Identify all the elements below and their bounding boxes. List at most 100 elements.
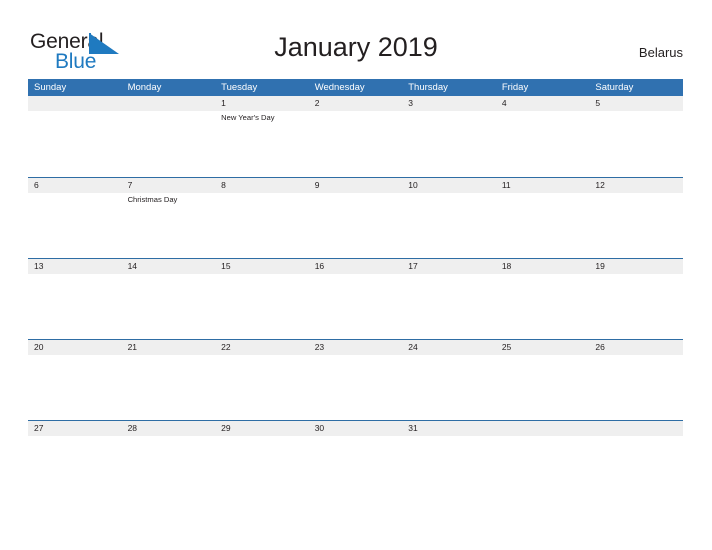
page-title: January 2019 [274, 32, 438, 62]
day-number: 31 [408, 423, 418, 433]
day-cell[interactable]: 31 [402, 421, 496, 436]
day-number: 16 [314, 261, 325, 271]
day-cell[interactable]: 23 [309, 340, 403, 355]
day-cell[interactable]: 5 [589, 96, 683, 111]
day-events [122, 436, 216, 500]
day-cell[interactable]: 14 [122, 259, 216, 274]
day-number: 21 [127, 342, 138, 352]
day-number: 7 [127, 180, 133, 190]
day-events [496, 436, 590, 500]
day-number: 23 [314, 342, 325, 352]
day-cell[interactable]: 24 [402, 340, 496, 355]
day-cell[interactable] [589, 421, 683, 436]
day-events [496, 274, 590, 338]
day-cell[interactable]: 8 [215, 178, 309, 193]
day-cell[interactable] [122, 96, 216, 111]
day-number: 13 [34, 261, 44, 271]
weekday-header-tuesday: Tuesday [221, 82, 258, 93]
day-cell[interactable]: 6 [28, 178, 122, 193]
day-number: 4 [501, 98, 507, 108]
day-cell[interactable]: 7 [122, 178, 216, 193]
day-events [309, 436, 403, 500]
day-events [28, 193, 122, 257]
day-cell[interactable]: 4 [496, 96, 590, 111]
day-cell[interactable]: 22 [215, 340, 309, 355]
weekday-header-monday: Monday [127, 82, 162, 93]
week-row: 20 21 22 23 24 25 26 [28, 339, 683, 420]
day-cell[interactable]: 27 [28, 421, 122, 436]
day-cell[interactable]: 29 [215, 421, 309, 436]
day-events [215, 355, 309, 419]
day-events [496, 111, 590, 175]
day-events [122, 274, 216, 338]
day-events [215, 274, 309, 338]
day-cell[interactable]: 20 [28, 340, 122, 355]
day-cell[interactable]: 1 [215, 96, 309, 111]
day-cell[interactable]: 10 [402, 178, 496, 193]
weekday-header-thursday: Thursday [408, 82, 448, 93]
day-cell[interactable]: 12 [589, 178, 683, 193]
day-events: New Year's Day [215, 111, 309, 175]
day-cell[interactable]: 9 [309, 178, 403, 193]
day-events [589, 111, 683, 175]
day-events [28, 111, 122, 175]
day-events [496, 193, 590, 257]
day-number: 24 [408, 342, 418, 352]
day-events [28, 436, 122, 500]
day-number: 6 [34, 180, 39, 190]
day-number: 19 [595, 261, 605, 271]
week-events-band [28, 274, 683, 338]
day-events [402, 436, 496, 500]
day-cell[interactable]: 16 [309, 259, 403, 274]
day-events [309, 193, 403, 257]
weekday-header-row: Sunday Monday Tuesday Wednesday Thursday… [28, 79, 683, 96]
day-number: 1 [221, 98, 226, 108]
day-number: 2 [314, 98, 320, 108]
day-events [309, 274, 403, 338]
day-cell[interactable]: 21 [122, 340, 216, 355]
day-cell[interactable]: 15 [215, 259, 309, 274]
day-cell[interactable]: 11 [496, 178, 590, 193]
day-cell[interactable]: 17 [402, 259, 496, 274]
day-events [402, 274, 496, 338]
day-cell[interactable]: 18 [496, 259, 590, 274]
week-events-band: New Year's Day [28, 111, 683, 175]
day-events [589, 274, 683, 338]
day-number: 28 [127, 423, 138, 433]
day-number: 10 [408, 180, 418, 190]
day-events [215, 193, 309, 257]
week-daynumber-band: 13 14 15 16 17 18 19 [28, 259, 683, 274]
day-events [402, 111, 496, 175]
calendar-grid: Sunday Monday Tuesday Wednesday Thursday… [28, 79, 683, 501]
day-cell[interactable] [496, 421, 590, 436]
week-events-band [28, 436, 683, 500]
day-number [502, 421, 590, 436]
day-number: 22 [221, 342, 231, 352]
day-cell[interactable]: 26 [589, 340, 683, 355]
week-row: 27 28 29 30 31 [28, 420, 683, 501]
day-cell[interactable]: 2 [309, 96, 403, 111]
day-number [595, 421, 683, 436]
day-events [28, 274, 122, 338]
day-number: 27 [34, 423, 44, 433]
week-row: 6 7 8 9 10 11 12 Christmas Day [28, 177, 683, 258]
day-events [402, 193, 496, 257]
day-events: Christmas Day [122, 193, 216, 257]
weekday-header-saturday: Saturday [595, 82, 634, 93]
day-cell[interactable]: 30 [309, 421, 403, 436]
day-cell[interactable]: 25 [496, 340, 590, 355]
day-cell[interactable]: 3 [402, 96, 496, 111]
holiday-label: New Year's Day [221, 113, 275, 122]
weekday-header-sunday: Sunday [34, 82, 67, 93]
weekday-header-friday: Friday [501, 82, 529, 93]
day-cell[interactable]: 13 [28, 259, 122, 274]
day-cell[interactable]: 28 [122, 421, 216, 436]
day-number: 5 [595, 98, 601, 108]
week-events-band: Christmas Day [28, 193, 683, 257]
day-number: 25 [501, 342, 512, 352]
day-number: 20 [34, 342, 44, 352]
day-cell[interactable] [28, 96, 122, 111]
day-cell[interactable]: 19 [589, 259, 683, 274]
day-events [496, 355, 590, 419]
day-number: 17 [408, 261, 418, 271]
